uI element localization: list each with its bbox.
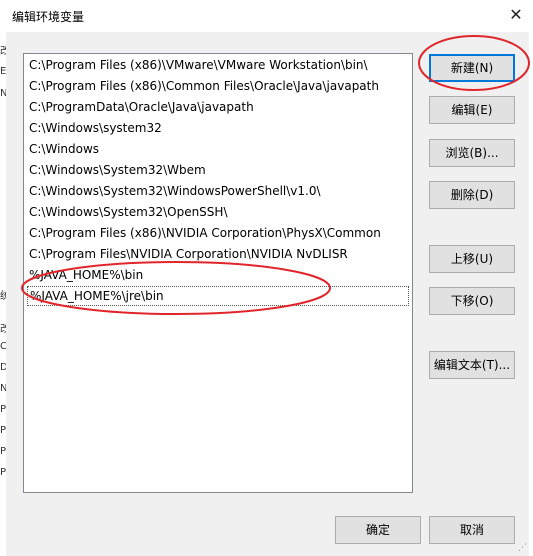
path-item-java-bin[interactable]: %JAVA_HOME%\bin — [29, 265, 143, 285]
move-up-button[interactable]: 上移(U) — [429, 245, 515, 273]
background-fragment: 改 — [0, 324, 6, 335]
edit-text-button[interactable]: 编辑文本(T)... — [429, 351, 515, 379]
path-item[interactable]: C:\Program Files\NVIDIA Corporation\NVID… — [29, 244, 348, 264]
close-icon[interactable]: ✕ — [499, 0, 533, 32]
ok-button[interactable]: 确定 — [335, 516, 421, 544]
title-bar: 编辑环境变量 ✕ — [0, 0, 533, 32]
path-item[interactable]: C:\ProgramData\Oracle\Java\javapath — [29, 97, 254, 117]
move-down-button[interactable]: 下移(O) — [429, 287, 515, 315]
background-fragment: D — [0, 362, 6, 373]
background-window-edge-right — [529, 32, 533, 556]
path-item[interactable]: C:\Windows\System32\OpenSSH\ — [29, 202, 228, 222]
new-button[interactable]: 新建(N) — [429, 54, 515, 82]
path-item[interactable]: C:\Program Files (x86)\VMware\VMware Wor… — [29, 55, 368, 75]
edit-env-var-dialog: 编辑环境变量 ✕ 改 E N 统 改 C D N P P P P C:\Prog… — [0, 0, 533, 556]
dialog-title: 编辑环境变量 — [12, 10, 85, 24]
background-fragment: 改 — [0, 46, 6, 57]
path-item[interactable]: C:\Windows\System32\Wbem — [29, 160, 206, 180]
path-list[interactable]: C:\Program Files (x86)\VMware\VMware Wor… — [23, 53, 413, 493]
cancel-button[interactable]: 取消 — [429, 516, 515, 544]
background-fragment: N — [0, 383, 6, 394]
resize-grip-icon[interactable]: ⋰ — [518, 543, 527, 553]
edit-button[interactable]: 编辑(E) — [429, 96, 515, 124]
background-fragment: P — [0, 425, 6, 436]
path-item[interactable]: C:\Windows — [29, 139, 99, 159]
background-fragment: 统 — [0, 291, 6, 302]
browse-button[interactable]: 浏览(B)... — [429, 139, 515, 167]
path-item[interactable]: C:\Program Files (x86)\NVIDIA Corporatio… — [29, 223, 381, 243]
path-item[interactable]: C:\Windows\System32\WindowsPowerShell\v1… — [29, 181, 321, 201]
background-fragment: E — [0, 66, 6, 77]
background-fragment: P — [0, 446, 6, 457]
background-fragment: C — [0, 341, 6, 352]
path-item[interactable]: C:\Windows\system32 — [29, 118, 162, 138]
delete-button[interactable]: 删除(D) — [429, 181, 515, 209]
background-fragment: P — [0, 467, 6, 478]
background-fragment: P — [0, 404, 6, 415]
path-item-java-jre-bin[interactable]: %JAVA_HOME%\jre\bin — [27, 286, 409, 306]
path-item[interactable]: C:\Program Files (x86)\Common Files\Orac… — [29, 76, 379, 96]
background-fragment: N — [0, 88, 6, 99]
